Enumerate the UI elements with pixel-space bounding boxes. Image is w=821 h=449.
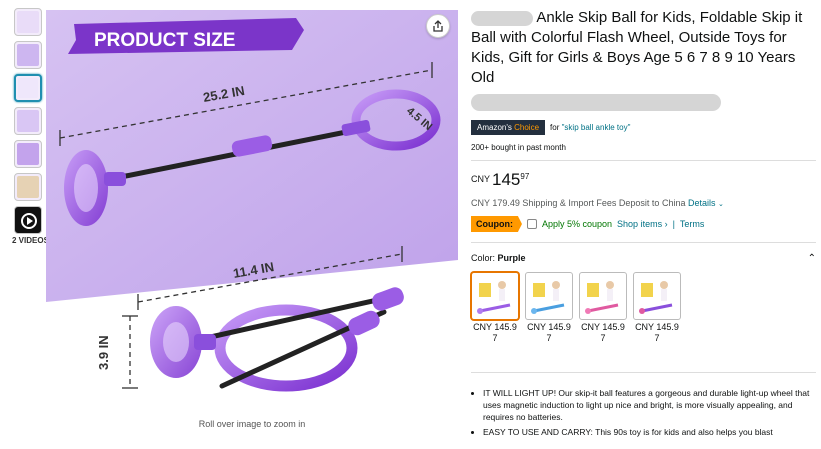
coupon-shop-items-link[interactable]: Shop items › — [617, 219, 668, 229]
video-count-label: 2 VIDEOS — [12, 236, 49, 245]
swatch-image — [579, 272, 627, 320]
dimension-folded-height: 3.9 IN — [96, 335, 111, 370]
share-button[interactable] — [426, 14, 450, 38]
chevron-up-icon[interactable]: ⌃ — [808, 253, 816, 264]
thumbnail-3[interactable] — [14, 74, 42, 102]
thumbnail-strip: 2 VIDEOS — [12, 8, 49, 245]
thumbnail-1[interactable] — [14, 8, 42, 36]
color-swatch[interactable]: CNY 145.97 — [633, 272, 681, 344]
color-label: Color: — [471, 253, 496, 263]
price-whole: 145 — [492, 170, 521, 189]
thumbnail-4[interactable] — [14, 107, 42, 135]
image-background — [46, 10, 458, 302]
main-product-image[interactable]: PRODUCT SIZE 25.2 IN 4.5 IN 11.4 IN 3.9 … — [46, 10, 458, 420]
swatch-price: CNY 145.97 — [527, 322, 571, 343]
price-currency: CNY — [471, 174, 491, 184]
redacted-brand — [471, 10, 533, 26]
choice-keyword-link[interactable]: "skip ball ankle toy" — [562, 123, 631, 132]
swatch-price: CNY 145.97 — [581, 322, 625, 343]
coupon-separator: | — [672, 219, 675, 229]
shipping-info: CNY 179.49 Shipping & Import Fees Deposi… — [471, 198, 816, 208]
amazons-choice-row: Amazon's Choice for "skip ball ankle toy… — [471, 120, 816, 135]
amazons-choice-badge: Amazon's Choice — [471, 120, 546, 135]
zoom-hint: Roll over image to zoom in — [198, 419, 306, 429]
chevron-down-icon[interactable]: ⌄ — [718, 201, 724, 208]
redacted-store-link[interactable] — [471, 94, 721, 111]
swatch-image — [525, 272, 573, 320]
video-thumbnail[interactable] — [14, 206, 42, 234]
color-value: Purple — [497, 253, 526, 263]
product-title: Ankle Skip Ball for Kids, Foldable Skip … — [471, 8, 816, 88]
play-icon — [21, 213, 37, 229]
thumbnail-6[interactable] — [14, 173, 42, 201]
color-swatch[interactable]: CNY 145.97 — [579, 272, 627, 344]
coupon-row: Coupon: Apply 5% coupon Shop items › | T… — [471, 216, 816, 243]
coupon-terms-link[interactable]: Terms — [680, 219, 705, 229]
product-details: Ankle Skip Ball for Kids, Foldable Skip … — [471, 8, 816, 441]
banner-text: PRODUCT SIZE — [94, 30, 235, 51]
coupon-checkbox[interactable] — [526, 219, 537, 229]
thumbnail-2[interactable] — [14, 41, 42, 69]
color-selector-header[interactable]: Color: Purple ⌃ — [471, 253, 816, 264]
swatch-image — [633, 272, 681, 320]
coupon-apply-label[interactable]: Apply 5% coupon — [542, 219, 612, 229]
choice-for-label: for — [550, 123, 560, 132]
thumbnail-5[interactable] — [14, 140, 42, 168]
swatch-price: CNY 145.97 — [635, 322, 679, 343]
feature-bullet: EASY TO USE AND CARRY: This 90s toy is f… — [483, 426, 816, 438]
shipping-details-link[interactable]: Details — [688, 198, 716, 208]
price-fraction: 97 — [520, 172, 530, 181]
feature-bullets: IT WILL LIGHT UP! Our skip-it ball featu… — [471, 372, 816, 438]
share-icon — [433, 20, 443, 32]
coupon-badge: Coupon: — [471, 216, 522, 232]
bought-count: 200+ bought in past month — [471, 143, 816, 161]
swatch-image — [471, 272, 519, 320]
color-swatch[interactable]: CNY 145.97 — [471, 272, 519, 344]
swatch-price: CNY 145.97 — [473, 322, 517, 343]
shipping-text: CNY 179.49 Shipping & Import Fees Deposi… — [471, 198, 686, 208]
color-swatch[interactable]: CNY 145.97 — [525, 272, 573, 344]
feature-bullet: IT WILL LIGHT UP! Our skip-it ball featu… — [483, 387, 816, 423]
price: CNY 145 97 — [471, 170, 816, 190]
color-swatches: CNY 145.97 CNY 145.97 CNY 145.97 CNY 145… — [471, 272, 816, 344]
